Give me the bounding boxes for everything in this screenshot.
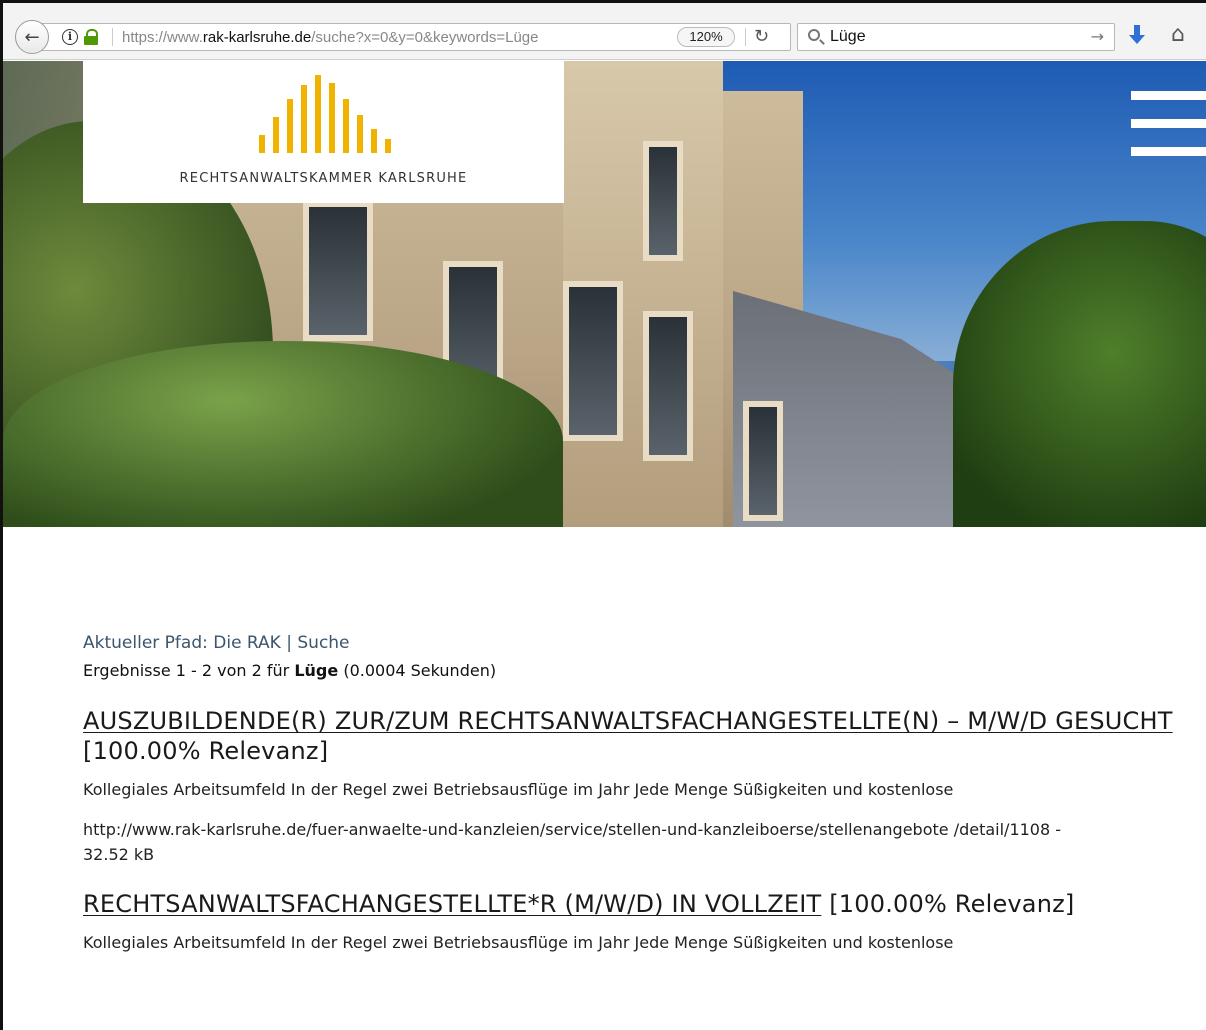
download-icon[interactable] — [1127, 23, 1149, 49]
breadcrumb-separator: | — [286, 633, 292, 653]
logo-mark — [259, 73, 399, 153]
info-icon[interactable]: i — [62, 29, 78, 45]
breadcrumb-item-die-rak[interactable]: Die RAK — [213, 633, 281, 653]
result-relevance: [100.00% Relevanz] — [83, 737, 329, 765]
result-count-suffix: (0.0004 Sekunden) — [343, 661, 497, 680]
zoom-level-button[interactable]: 120% — [677, 27, 735, 47]
reload-icon[interactable]: ↻ — [754, 26, 769, 47]
hero-window — [303, 201, 373, 341]
hero-window — [563, 281, 623, 441]
url-text[interactable]: https://www.rak-karlsruhe.de/suche?x=0&y… — [122, 29, 538, 46]
result-title: AUSZUBILDENDE(R) ZUR/ZUM RECHTSANWALTSFA… — [83, 706, 1183, 766]
browser-window: i https://www.rak-karlsruhe.de/suche?x=0… — [0, 0, 1206, 1030]
result-snippet: Kollegiales Arbeitsumfeld In der Regel z… — [83, 933, 954, 952]
logo-bar — [259, 135, 265, 153]
result-relevance: [100.00% Relevanz] — [829, 890, 1075, 918]
result-link[interactable]: AUSZUBILDENDE(R) ZUR/ZUM RECHTSANWALTSFA… — [83, 707, 1173, 735]
menu-line — [1131, 119, 1206, 128]
breadcrumb-item-suche[interactable]: Suche — [297, 633, 349, 653]
address-bar[interactable]: i https://www.rak-karlsruhe.de/suche?x=0… — [31, 23, 791, 51]
hamburger-menu-icon[interactable] — [1131, 91, 1206, 157]
hero-window — [643, 311, 693, 461]
result-snippet: Kollegiales Arbeitsumfeld In der Regel z… — [83, 780, 954, 799]
home-icon[interactable]: ⌂ — [1171, 22, 1185, 47]
browser-toolbar: i https://www.rak-karlsruhe.de/suche?x=0… — [3, 3, 1206, 60]
arrow-left-icon: ← — [24, 26, 40, 48]
url-prefix: https://www. — [122, 29, 203, 46]
result-url: http://www.rak-karlsruhe.de/fuer-anwaelt… — [83, 820, 1062, 864]
url-path: /suche?x=0&y=0&keywords=Lüge — [311, 29, 539, 46]
result-link[interactable]: RECHTSANWALTSFACHANGESTELLTE*R (M/W/D) I… — [83, 890, 821, 918]
hero-window — [643, 141, 683, 261]
result-title: RECHTSANWALTSFACHANGESTELLTE*R (M/W/D) I… — [83, 889, 1183, 919]
url-host: rak-karlsruhe.de — [202, 29, 312, 46]
logo-bar — [315, 75, 321, 153]
logo-text: RECHTSANWALTSKAMMER KARLSRUHE — [179, 171, 468, 186]
search-keyword: Lüge — [294, 661, 339, 680]
logo-bar — [371, 129, 377, 153]
site-identity[interactable]: i — [62, 29, 98, 45]
logo-bar — [329, 83, 335, 153]
result-count: Ergebnisse 1 - 2 von 2 für Lüge (0.0004 … — [83, 661, 1183, 680]
arrow-right-icon[interactable]: → — [1091, 27, 1104, 46]
logo-bar — [287, 99, 293, 153]
logo-bar — [301, 85, 307, 153]
divider — [745, 28, 746, 46]
menu-line — [1131, 147, 1206, 156]
menu-line — [1131, 91, 1206, 100]
logo-bar — [273, 117, 279, 153]
back-button[interactable]: ← — [15, 20, 49, 54]
logo-bar — [357, 115, 363, 153]
breadcrumb: Aktueller Pfad: Die RAK | Suche — [83, 633, 1183, 653]
search-icon — [808, 29, 820, 41]
search-input[interactable]: Lüge — [830, 28, 866, 46]
divider — [112, 28, 113, 46]
main-content: Aktueller Pfad: Die RAK | Suche Ergebnis… — [83, 633, 1183, 952]
breadcrumb-label: Aktueller Pfad: — [83, 633, 208, 653]
result-count-prefix: Ergebnisse 1 - 2 von 2 für — [83, 661, 290, 680]
hero-image: RECHTSANWALTSKAMMER KARLSRUHE — [3, 61, 1206, 527]
hero-hedge — [3, 341, 563, 527]
logo-bar — [385, 139, 391, 153]
site-logo[interactable]: RECHTSANWALTSKAMMER KARLSRUHE — [83, 61, 564, 203]
hero-window — [743, 401, 783, 521]
lock-icon[interactable] — [84, 29, 98, 45]
search-bar[interactable]: Lüge → — [797, 23, 1115, 51]
logo-bar — [343, 99, 349, 153]
